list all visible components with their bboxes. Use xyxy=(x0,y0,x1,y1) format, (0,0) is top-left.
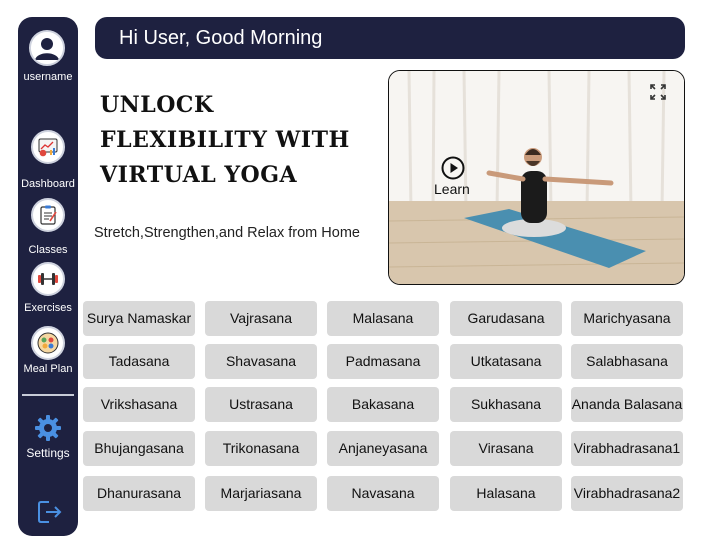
pose-button[interactable]: Marjariasana xyxy=(205,476,317,511)
pose-button[interactable]: Virabhadrasana1 xyxy=(571,431,683,466)
pose-button[interactable]: Tadasana xyxy=(83,344,195,379)
pose-button[interactable]: Bakasana xyxy=(327,387,439,422)
username-label[interactable]: username xyxy=(18,71,78,83)
learn-label[interactable]: Learn xyxy=(434,181,470,197)
yoga-video-player[interactable]: Learn xyxy=(388,70,685,285)
pose-button[interactable]: Ustrasana xyxy=(205,387,317,422)
pose-button[interactable]: Sukhasana xyxy=(450,387,562,422)
pose-button[interactable]: Anjaneyasana xyxy=(327,431,439,466)
fullscreen-icon[interactable] xyxy=(649,83,667,101)
logout-icon[interactable] xyxy=(35,498,63,526)
pose-button[interactable]: Trikonasana xyxy=(205,431,317,466)
pose-button[interactable]: Vajrasana xyxy=(205,301,317,336)
hero-title-line: FLEXIBILITY WITH xyxy=(100,127,350,153)
pose-button[interactable]: Ananda Balasana xyxy=(571,387,683,422)
sidebar-item-exercises[interactable]: Exercises xyxy=(18,302,78,314)
pose-button[interactable]: Malasana xyxy=(327,301,439,336)
pose-button[interactable]: Halasana xyxy=(450,476,562,511)
hero-title-line: UNLOCK xyxy=(100,92,214,118)
sidebar-item-classes[interactable]: Classes xyxy=(18,244,78,256)
play-icon[interactable] xyxy=(441,156,465,180)
pose-button[interactable]: Shavasana xyxy=(205,344,317,379)
pose-button[interactable]: Padmasana xyxy=(327,344,439,379)
pose-button[interactable]: Surya Namaskar xyxy=(83,301,195,336)
yoga-video-thumbnail xyxy=(389,71,684,284)
pose-button[interactable]: Navasana xyxy=(327,476,439,511)
pose-button[interactable]: Garudasana xyxy=(450,301,562,336)
pose-button[interactable]: Vrikshasana xyxy=(83,387,195,422)
exercises-icon[interactable] xyxy=(31,262,65,296)
user-avatar-icon[interactable] xyxy=(29,30,65,66)
gear-icon[interactable] xyxy=(33,413,63,443)
greeting-banner: Hi User, Good Morning xyxy=(95,17,685,59)
classes-icon[interactable] xyxy=(31,198,65,232)
pose-button[interactable]: Bhujangasana xyxy=(83,431,195,466)
hero-title-line: VIRTUAL YOGA xyxy=(100,162,298,188)
sidebar-divider xyxy=(22,394,74,396)
pose-button[interactable]: Dhanurasana xyxy=(83,476,195,511)
sidebar-item-dashboard[interactable]: Dashboard xyxy=(18,178,78,190)
pose-button[interactable]: Marichyasana xyxy=(571,301,683,336)
sidebar-item-meal-plan[interactable]: Meal Plan xyxy=(18,363,78,375)
settings-label[interactable]: Settings xyxy=(18,446,78,460)
pose-button[interactable]: Virasana xyxy=(450,431,562,466)
sidebar: username Dashboard Classes Exercises Mea… xyxy=(18,17,78,536)
hero-title: UNLOCK FLEXIBILITY WITH VIRTUAL YOGA xyxy=(100,88,380,193)
hero-subtitle: Stretch,Strengthen,and Relax from Home xyxy=(94,225,360,241)
dashboard-icon[interactable] xyxy=(31,130,65,164)
pose-button[interactable]: Salabhasana xyxy=(571,344,683,379)
meal-plan-icon[interactable] xyxy=(31,326,65,360)
pose-button[interactable]: Utkatasana xyxy=(450,344,562,379)
pose-button[interactable]: Virabhadrasana2 xyxy=(571,476,683,511)
